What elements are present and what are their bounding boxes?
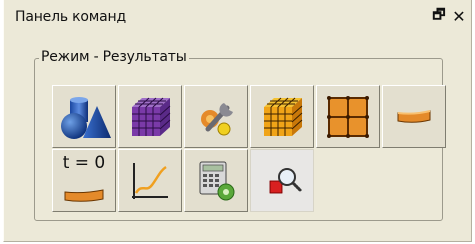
graph-button[interactable]: [118, 149, 182, 212]
grid-plane-icon: [327, 95, 369, 138]
geometry-primitives-icon: [61, 96, 111, 139]
close-icon[interactable]: ✕: [451, 7, 467, 26]
wrench-tools-icon: [201, 102, 233, 135]
deformed-beam-button[interactable]: [382, 85, 446, 148]
mesh-cube-yellow-icon: [264, 97, 303, 136]
mesh-cube-purple-icon: [132, 97, 171, 136]
calculator-settings-icon: [199, 161, 235, 200]
calculator-button[interactable]: [184, 149, 248, 212]
mesh-button[interactable]: [118, 85, 182, 148]
tools-button[interactable]: [184, 85, 248, 148]
grid-button[interactable]: [316, 85, 380, 148]
results-mesh-button[interactable]: [250, 85, 314, 148]
graph-curve-icon: [132, 162, 168, 199]
time-step-icon: [64, 189, 104, 202]
time-step-label: t = 0: [62, 153, 106, 173]
restore-window-icon[interactable]: 🗗: [431, 7, 447, 24]
zoom-inspect-icon: [269, 167, 302, 193]
time-step-button[interactable]: t = 0: [52, 149, 116, 212]
group-label: Режим - Результаты: [39, 49, 189, 65]
zoom-inspect-button[interactable]: [250, 149, 314, 212]
geometry-button[interactable]: [52, 85, 116, 148]
deformed-beam-icon: [397, 109, 431, 123]
panel-title: Панель команд: [15, 9, 126, 25]
